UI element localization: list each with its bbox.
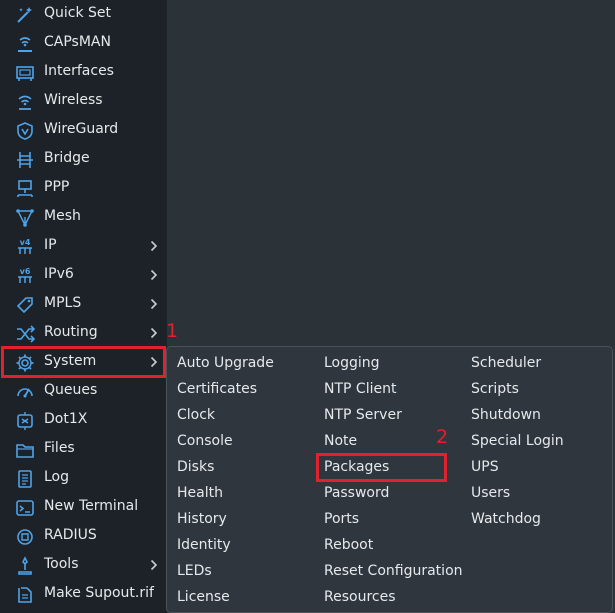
terminal-icon — [14, 497, 36, 519]
submenu-item-console[interactable]: Console — [177, 430, 233, 452]
submenu-item-users[interactable]: Users — [471, 482, 510, 504]
svg-text:v6: v6 — [20, 267, 31, 276]
wand-icon — [14, 4, 36, 26]
submenu-item-certificates[interactable]: Certificates — [177, 378, 257, 400]
submenu-item-special-login[interactable]: Special Login — [471, 430, 564, 452]
sidebar-nav: Quick Set CAPsMAN Interfaces Wireless WireGu… — [0, 0, 167, 613]
submenu-item-license[interactable]: License — [177, 586, 230, 608]
chevron-right-icon — [148, 238, 160, 254]
submenu-item-ports[interactable]: Ports — [324, 508, 359, 530]
sidebar-item-bridge[interactable]: Bridge — [0, 145, 167, 174]
sidebar-item-label: Tools — [44, 556, 79, 572]
sidebar-item-routing[interactable]: Routing — [0, 319, 167, 348]
ipv6-icon: v6 — [14, 265, 36, 287]
sidebar-item-mesh[interactable]: Mesh — [0, 203, 167, 232]
sidebar-item-ip[interactable]: v4 IP — [0, 232, 167, 261]
sidebar-item-label: Dot1X — [44, 411, 88, 427]
submenu-item-reboot[interactable]: Reboot — [324, 534, 373, 556]
supout-icon — [14, 584, 36, 606]
ethernet-card-icon — [14, 62, 36, 84]
step-1-label: 1 — [166, 320, 179, 342]
sidebar-item-label: MPLS — [44, 295, 82, 311]
sidebar-item-label: RADIUS — [44, 527, 97, 543]
sidebar-item-wireless[interactable]: Wireless — [0, 87, 167, 116]
sidebar-item-mpls[interactable]: MPLS — [0, 290, 167, 319]
sidebar-item-label: Queues — [44, 382, 98, 398]
sidebar-item-label: Routing — [44, 324, 98, 340]
sidebar-item-label: CAPsMAN — [44, 34, 111, 50]
sidebar-item-label: Wireless — [44, 92, 103, 108]
wireless-icon — [14, 91, 36, 113]
sidebar-item-label: PPP — [44, 179, 70, 195]
sidebar-item-label: IPv6 — [44, 266, 74, 282]
sidebar-item-ipv6[interactable]: v6 IPv6 — [0, 261, 167, 290]
submenu-item-scheduler[interactable]: Scheduler — [471, 352, 541, 374]
ipv4-icon: v4 — [14, 236, 36, 258]
sidebar-item-label: WireGuard — [44, 121, 119, 137]
submenu-item-auto-upgrade[interactable]: Auto Upgrade — [177, 352, 274, 374]
submenu-item-password[interactable]: Password — [324, 482, 389, 504]
chevron-right-icon — [148, 267, 160, 283]
submenu-item-ups[interactable]: UPS — [471, 456, 499, 478]
sidebar-item-label: Make Supout.rif — [44, 585, 154, 601]
submenu-item-logging[interactable]: Logging — [324, 352, 380, 374]
tools-icon — [14, 555, 36, 577]
system-highlight-box — [1, 346, 166, 378]
submenu-item-ntp-client[interactable]: NTP Client — [324, 378, 396, 400]
antenna-icon — [14, 33, 36, 55]
dot1x-icon — [14, 410, 36, 432]
sidebar-item-label: New Terminal — [44, 498, 139, 514]
step-2-label: 2 — [436, 426, 449, 448]
svg-text:v4: v4 — [20, 238, 31, 247]
sidebar-item-tools[interactable]: Tools — [0, 551, 167, 580]
sidebar-item-label: IP — [44, 237, 57, 253]
sidebar-item-wireguard[interactable]: WireGuard — [0, 116, 167, 145]
sidebar-item-dot1x[interactable]: Dot1X — [0, 406, 167, 435]
submenu-item-disks[interactable]: Disks — [177, 456, 214, 478]
chevron-right-icon — [148, 557, 160, 573]
gauge-icon — [14, 381, 36, 403]
routing-shuffle-icon — [14, 323, 36, 345]
ppp-icon — [14, 178, 36, 200]
sidebar-item-label: Log — [44, 469, 70, 485]
submenu-item-history[interactable]: History — [177, 508, 227, 530]
sidebar-item-label: Interfaces — [44, 63, 114, 79]
submenu-item-health[interactable]: Health — [177, 482, 223, 504]
sidebar-item-capsman[interactable]: CAPsMAN — [0, 29, 167, 58]
sidebar-item-label: Quick Set — [44, 5, 112, 21]
sidebar-item-radius[interactable]: RADIUS — [0, 522, 167, 551]
sidebar-item-label: Mesh — [44, 208, 81, 224]
submenu-item-note[interactable]: Note — [324, 430, 357, 452]
submenu-item-shutdown[interactable]: Shutdown — [471, 404, 541, 426]
folder-icon — [14, 439, 36, 461]
packages-highlight-box — [316, 453, 447, 482]
submenu-item-leds[interactable]: LEDs — [177, 560, 212, 582]
submenu-item-clock[interactable]: Clock — [177, 404, 215, 426]
sidebar-item-log[interactable]: Log — [0, 464, 167, 493]
log-icon — [14, 468, 36, 490]
sidebar-item-files[interactable]: Files — [0, 435, 167, 464]
submenu-item-scripts[interactable]: Scripts — [471, 378, 519, 400]
wireguard-shield-icon — [14, 120, 36, 142]
submenu-item-watchdog[interactable]: Watchdog — [471, 508, 541, 530]
submenu-item-resources[interactable]: Resources — [324, 586, 396, 608]
sidebar-item-label: Files — [44, 440, 75, 456]
sidebar-item-make-supout-rif[interactable]: Make Supout.rif — [0, 580, 167, 609]
chevron-right-icon — [148, 296, 160, 312]
sidebar-item-new-terminal[interactable]: New Terminal — [0, 493, 167, 522]
sidebar-item-queues[interactable]: Queues — [0, 377, 167, 406]
sidebar-item-interfaces[interactable]: Interfaces — [0, 58, 167, 87]
bridge-icon — [14, 149, 36, 171]
chevron-right-icon — [148, 325, 160, 341]
radius-icon — [14, 526, 36, 548]
sidebar-item-label: Bridge — [44, 150, 90, 166]
tag-icon — [14, 294, 36, 316]
mesh-icon — [14, 207, 36, 229]
submenu-item-reset-configuration[interactable]: Reset Configuration — [324, 560, 463, 582]
sidebar-item-ppp[interactable]: PPP — [0, 174, 167, 203]
submenu-item-identity[interactable]: Identity — [177, 534, 231, 556]
submenu-item-ntp-server[interactable]: NTP Server — [324, 404, 402, 426]
sidebar-item-quick-set[interactable]: Quick Set — [0, 0, 167, 29]
